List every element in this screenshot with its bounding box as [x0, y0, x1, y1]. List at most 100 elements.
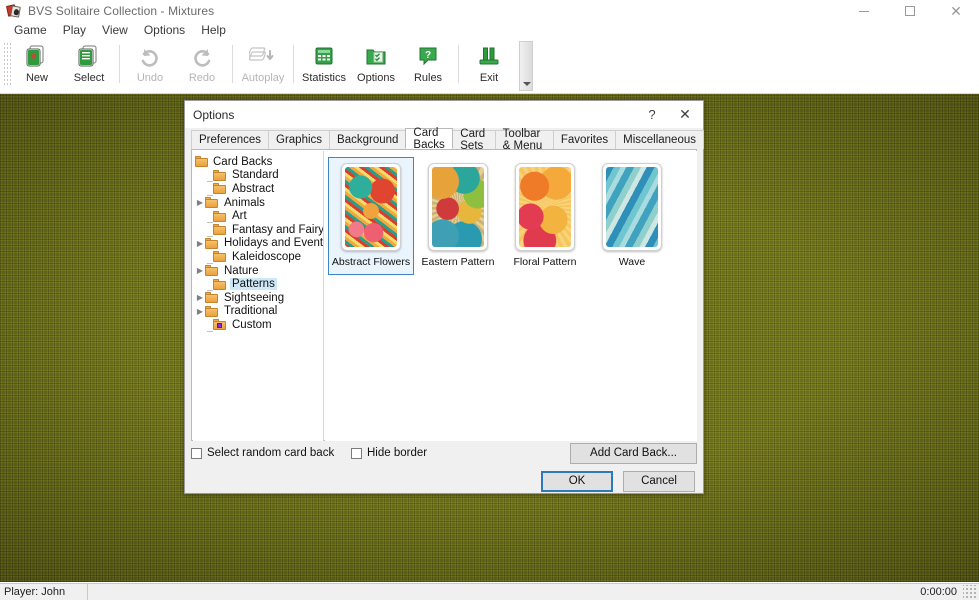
tree-node-nature[interactable]: ▶ Nature	[193, 264, 323, 278]
rules-icon: ?	[417, 41, 439, 71]
menu-help[interactable]: Help	[193, 22, 234, 39]
menu-options[interactable]: Options	[136, 22, 193, 39]
chevron-right-icon[interactable]: ▶	[195, 198, 205, 207]
card-back-label: Wave	[618, 256, 646, 268]
tree-node-standard[interactable]: Standard	[193, 169, 323, 183]
tree-node-art[interactable]: Art	[193, 209, 323, 224]
toolbar-grip[interactable]	[3, 42, 11, 86]
tree-node-animals[interactable]: ▶ Animals	[193, 196, 323, 210]
card-back-item-floral-pattern[interactable]: Floral Pattern	[502, 157, 588, 275]
toolbar-label-exit: Exit	[479, 72, 499, 84]
status-timer: 0:00:00	[920, 586, 957, 598]
toolbar-label-select: Select	[73, 72, 105, 84]
card-back-label: Eastern Pattern	[421, 256, 495, 268]
options-icon	[365, 41, 387, 71]
toolbar-button-options[interactable]: Options	[350, 41, 402, 91]
card-back-thumbnail	[428, 163, 488, 251]
menu-play[interactable]: Play	[55, 22, 94, 39]
tree-node-label: Holidays and Events	[224, 237, 324, 250]
tab-background[interactable]: Background	[329, 130, 407, 149]
chevron-right-icon[interactable]: ▶	[195, 307, 205, 316]
select-random-card-back-checkbox[interactable]: Select random card back	[191, 447, 351, 459]
statistics-icon	[313, 41, 335, 71]
menu-game[interactable]: Game	[6, 22, 55, 39]
close-button[interactable]: ✕	[933, 0, 979, 22]
folder-custom-icon	[213, 319, 226, 331]
toolbar-button-statistics[interactable]: Statistics	[298, 41, 350, 91]
tree-node-label: Nature	[224, 264, 259, 277]
tree-node-traditional[interactable]: ▶ Traditional	[193, 305, 323, 319]
exit-icon	[478, 41, 500, 71]
application-window: BVS Solitaire Collection - Mixtures ✕ Ga…	[0, 0, 979, 600]
title-bar: BVS Solitaire Collection - Mixtures ✕	[0, 0, 979, 22]
toolbar-button-autoplay[interactable]: Autoplay	[237, 41, 289, 91]
dialog-help-button[interactable]: ?	[637, 101, 667, 128]
toolbar-button-select[interactable]: Select	[63, 41, 115, 91]
chevron-right-icon[interactable]: ▶	[195, 239, 205, 248]
options-dialog: Options ? ✕ Preferences Graphics Backgro…	[184, 100, 704, 494]
chevron-right-icon[interactable]: ▶	[195, 293, 205, 302]
hide-border-checkbox[interactable]: Hide border	[351, 447, 551, 459]
toolbar-overflow-icon[interactable]	[519, 41, 533, 91]
chevron-right-icon[interactable]: ▶	[195, 266, 205, 275]
toolbar-label-redo: Redo	[188, 72, 216, 84]
toolbar-button-undo[interactable]: Undo	[124, 41, 176, 91]
tab-card-backs[interactable]: Card Backs	[405, 127, 454, 151]
add-card-back-button[interactable]: Add Card Back...	[570, 442, 697, 464]
tree-node-holidays-and-events[interactable]: ▶ Holidays and Events	[193, 237, 323, 251]
dialog-title: Options	[193, 107, 235, 122]
checkbox-box	[191, 447, 202, 459]
tree-node-label: Standard	[232, 169, 279, 182]
toolbar-button-redo[interactable]: Redo	[176, 41, 228, 91]
tab-miscellaneous[interactable]: Miscellaneous	[615, 130, 704, 149]
folder-open-icon	[195, 156, 208, 168]
toolbar-button-exit[interactable]: Exit	[463, 41, 515, 91]
menu-view[interactable]: View	[94, 22, 136, 39]
new-game-icon	[24, 41, 50, 71]
card-back-category-tree[interactable]: Card Backs Standard Abstract ▶ Animals A…	[193, 151, 324, 441]
dialog-options-row: Select random card back Hide border Add …	[191, 442, 697, 464]
tree-node-sightseeing[interactable]: ▶ Sightseeing	[193, 291, 323, 305]
tab-toolbar-menu[interactable]: Toolbar & Menu	[494, 128, 554, 152]
folder-icon	[213, 183, 226, 195]
toolbar-label-new: New	[25, 72, 48, 84]
tree-node-patterns[interactable]: Patterns	[193, 277, 323, 292]
close-icon: ✕	[950, 3, 962, 19]
tree-node-abstract[interactable]: Abstract	[193, 182, 323, 196]
folder-icon	[213, 251, 226, 263]
toolbar-button-new[interactable]: New	[11, 41, 63, 91]
tab-page-card-backs: Card Backs Standard Abstract ▶ Animals A…	[191, 149, 697, 441]
toolbar-label-rules: Rules	[413, 72, 443, 84]
folder-icon	[205, 237, 218, 249]
toolbar-button-rules[interactable]: ? Rules	[402, 41, 454, 91]
maximize-button[interactable]	[887, 0, 933, 22]
tree-node-fantasy-and-fairy-tales[interactable]: Fantasy and Fairy Tales	[193, 223, 323, 237]
card-back-art-abstract-flowers	[345, 167, 397, 247]
resize-grip-icon[interactable]	[963, 585, 977, 599]
cards-icon	[5, 3, 22, 19]
tab-card-sets[interactable]: Card Sets	[452, 128, 496, 152]
tree-node-label: Sightseeing	[224, 291, 285, 304]
minimize-button[interactable]	[841, 0, 887, 22]
card-back-item-abstract-flowers[interactable]: Abstract Flowers	[328, 157, 414, 275]
folder-icon	[205, 305, 218, 317]
card-back-art-eastern-pattern	[432, 167, 484, 247]
undo-icon	[138, 41, 162, 71]
toolbar-separator-4	[458, 45, 459, 83]
tree-node-label: Abstract	[232, 182, 275, 195]
tree-node-card-backs[interactable]: Card Backs	[193, 155, 323, 169]
folder-open-icon	[213, 278, 226, 290]
tab-graphics[interactable]: Graphics	[268, 130, 331, 149]
card-back-item-wave[interactable]: Wave	[589, 157, 675, 275]
card-back-item-eastern-pattern[interactable]: Eastern Pattern	[415, 157, 501, 275]
tree-node-kaleidoscope[interactable]: Kaleidoscope	[193, 250, 323, 264]
tab-favorites[interactable]: Favorites	[552, 130, 617, 149]
ok-button[interactable]: OK	[541, 470, 613, 492]
tree-node-custom[interactable]: Custom	[193, 318, 323, 332]
window-title: BVS Solitaire Collection - Mixtures	[28, 4, 215, 18]
cancel-button[interactable]: Cancel	[623, 470, 695, 492]
dialog-close-button[interactable]: ✕	[667, 101, 703, 128]
card-back-label: Abstract Flowers	[331, 256, 411, 268]
menu-bar: Game Play View Options Help	[0, 22, 979, 39]
tab-preferences[interactable]: Preferences	[191, 130, 270, 149]
